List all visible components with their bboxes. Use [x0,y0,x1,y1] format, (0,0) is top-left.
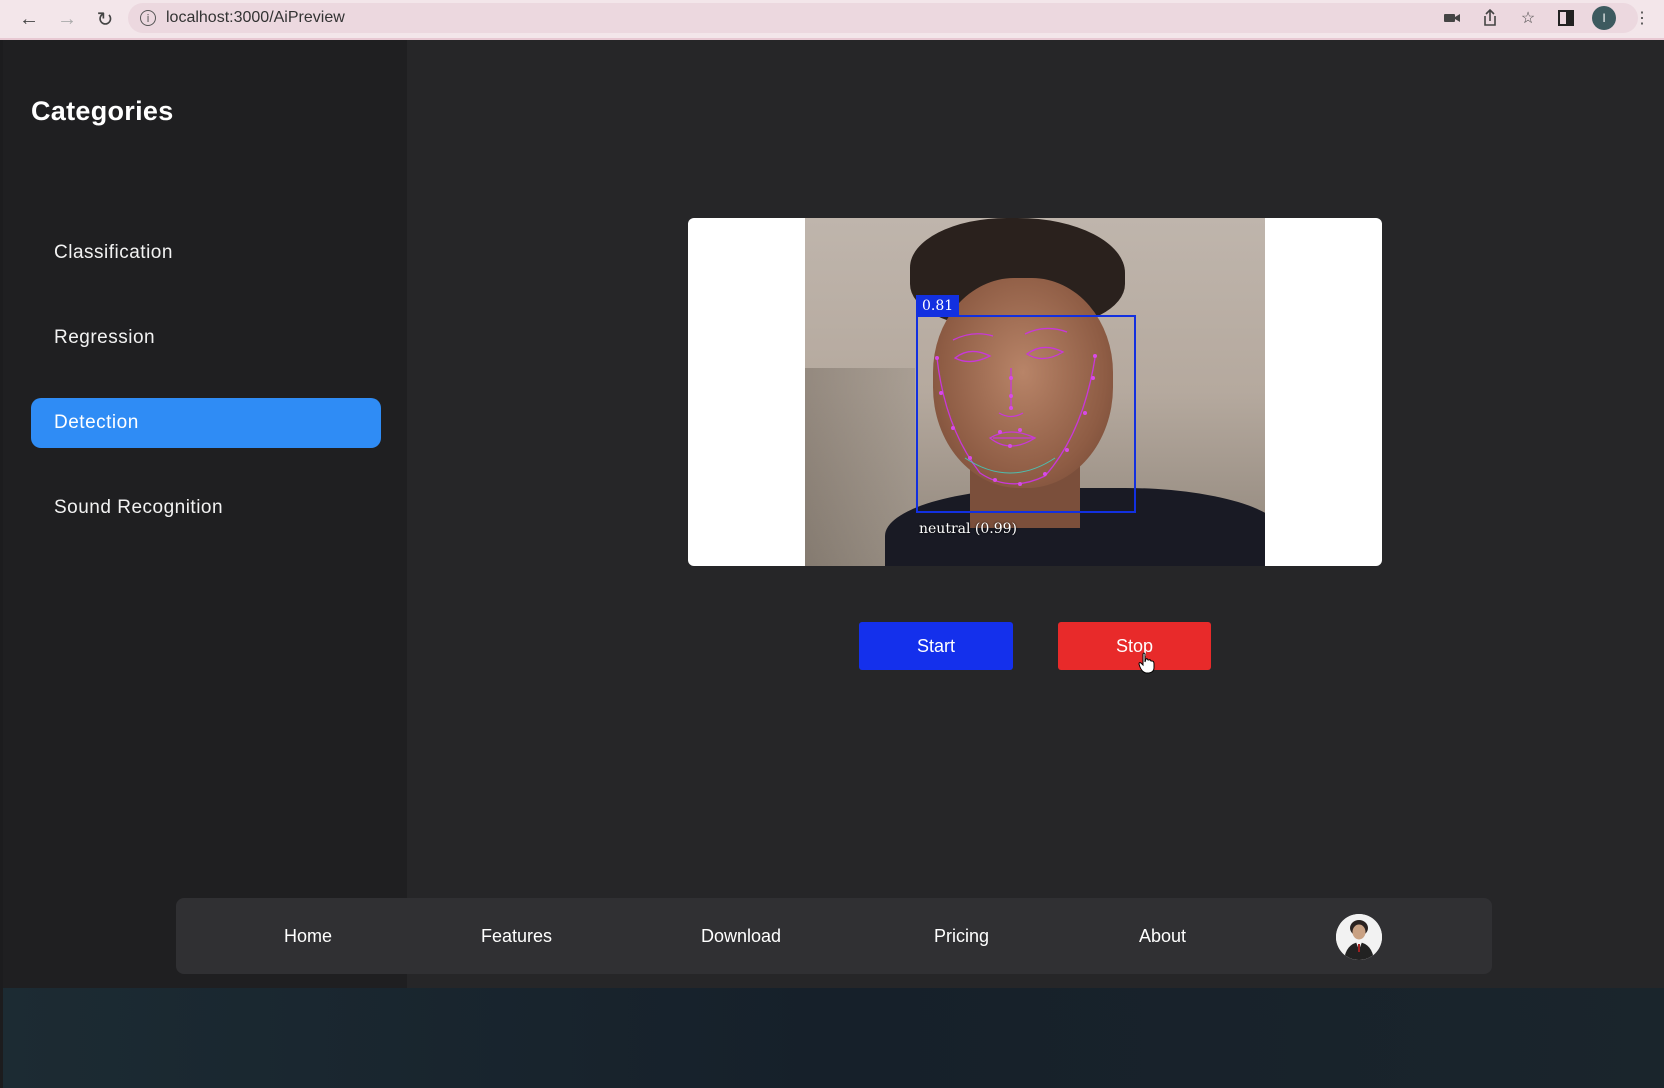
user-avatar[interactable] [1336,914,1382,960]
bottom-navbar: Home Features Download Pricing About [176,898,1492,974]
share-icon[interactable] [1478,4,1502,32]
sidebar-item-label: Sound Recognition [54,497,224,518]
reload-icon[interactable]: ↻ [88,2,122,36]
sidebar-title: Categories [31,96,174,126]
address-bar[interactable]: i localhost:3000/AiPreview [128,3,1638,33]
webcam-preview: 0.81 neutral (0.99) [688,218,1382,566]
nav-home[interactable]: Home [284,898,332,974]
start-button[interactable]: Start [859,622,1013,670]
toolbar-icons: ☆ I ⋮ [1440,4,1654,32]
detection-box [916,315,1136,513]
sidebar-item-label: Classification [54,242,173,263]
url-text: localhost:3000/AiPreview [166,9,345,26]
side-panel-icon[interactable] [1554,4,1578,32]
stop-button[interactable]: Stop [1058,622,1211,670]
site-info-icon[interactable]: i [140,10,156,26]
webcam-image: 0.81 neutral (0.99) [805,218,1265,566]
sidebar-item-label: Regression [54,327,156,348]
sidebar-item-detection[interactable]: Detection [31,398,381,448]
menu-kebab-icon[interactable]: ⋮ [1630,4,1654,32]
sidebar-item-regression[interactable]: Regression [31,313,381,363]
sidebar-item-classification[interactable]: Classification [31,228,381,278]
detection-score-badge: 0.81 [916,295,960,317]
nav-about[interactable]: About [1139,898,1186,974]
sidebar-item-label: Detection [54,412,139,433]
camera-icon[interactable] [1440,4,1464,32]
nav-download[interactable]: Download [701,898,781,974]
sidebar: Categories Classification Regression Det… [3,40,407,988]
hand-cursor-icon [1138,652,1155,674]
nav-pricing[interactable]: Pricing [934,898,989,974]
profile-avatar[interactable]: I [1592,6,1616,30]
page-footer-background [3,988,1664,1088]
user-avatar-image [1336,914,1382,960]
expression-label: neutral (0.99) [919,521,1018,537]
back-icon[interactable]: ← [12,2,46,36]
sidebar-item-sound-recognition[interactable]: Sound Recognition [31,483,381,533]
bookmark-star-icon[interactable]: ☆ [1516,4,1540,32]
forward-icon[interactable]: → [50,2,84,36]
nav-features[interactable]: Features [481,898,552,974]
browser-toolbar: ← → ↻ i localhost:3000/AiPreview ☆ I ⋮ [0,0,1664,40]
